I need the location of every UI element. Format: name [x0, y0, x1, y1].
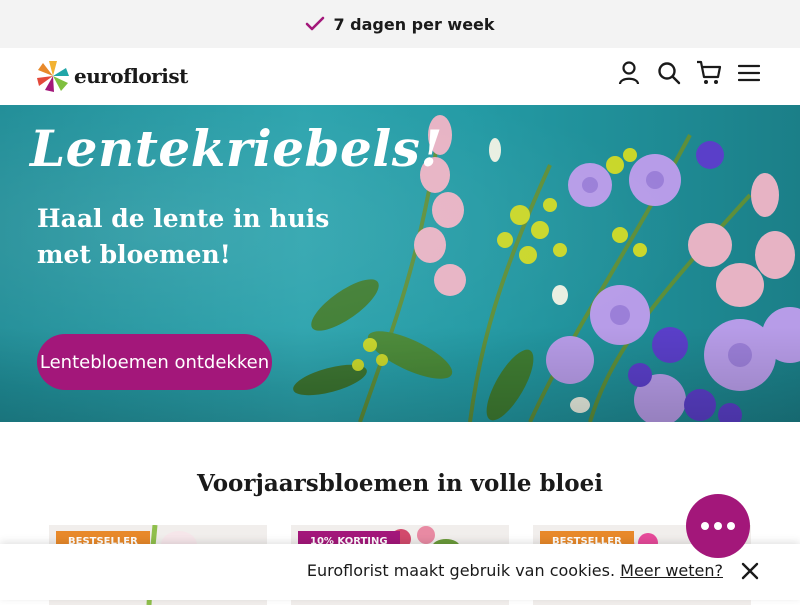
cookie-message: Euroflorist maakt gebruik van cookies. M… — [307, 561, 723, 580]
chat-dot-icon — [714, 522, 722, 530]
close-icon[interactable] — [740, 561, 760, 581]
hero-subtitle-line-1: Haal de lente in huis — [37, 204, 330, 233]
cart-button[interactable] — [696, 60, 722, 86]
account-button[interactable] — [616, 60, 642, 86]
chat-dot-icon — [701, 522, 709, 530]
brand-logo[interactable]: euroflorist — [36, 59, 188, 93]
brand-name: euroflorist — [74, 64, 188, 88]
section-title: Voorjaarsbloemen in volle bloei — [196, 470, 604, 497]
hero-subtitle-line-2: met bloemen! — [37, 240, 231, 269]
cart-icon — [697, 60, 722, 84]
cookie-more-info-link[interactable]: Meer weten? — [620, 561, 723, 580]
usp-bar: 7 dagen per week — [0, 0, 800, 48]
usp-text: 7 dagen per week — [333, 14, 495, 34]
site-header: euroflorist — [0, 48, 800, 105]
cookie-text: Euroflorist maakt gebruik van cookies. — [306, 561, 616, 580]
search-button[interactable] — [656, 60, 682, 86]
chat-dot-icon — [727, 522, 735, 530]
hero-subtitle: Haal de lente in huis met bloemen! — [37, 201, 337, 273]
user-icon — [618, 61, 640, 85]
cookie-banner: Euroflorist maakt gebruik van cookies. M… — [0, 544, 800, 600]
header-actions — [616, 60, 762, 86]
hero-title: Lentekriebels! — [30, 119, 443, 178]
checkmark-icon — [306, 16, 325, 31]
search-icon — [658, 62, 681, 85]
hero-banner[interactable]: Lentekriebels! Haal de lente in huis met… — [0, 105, 800, 422]
menu-button[interactable] — [736, 60, 762, 86]
discover-spring-flowers-button[interactable]: Lentebloemen ontdekken — [37, 334, 272, 390]
hamburger-menu-icon — [738, 64, 760, 82]
chat-button[interactable] — [686, 494, 750, 558]
flower-logo-icon — [37, 61, 69, 92]
